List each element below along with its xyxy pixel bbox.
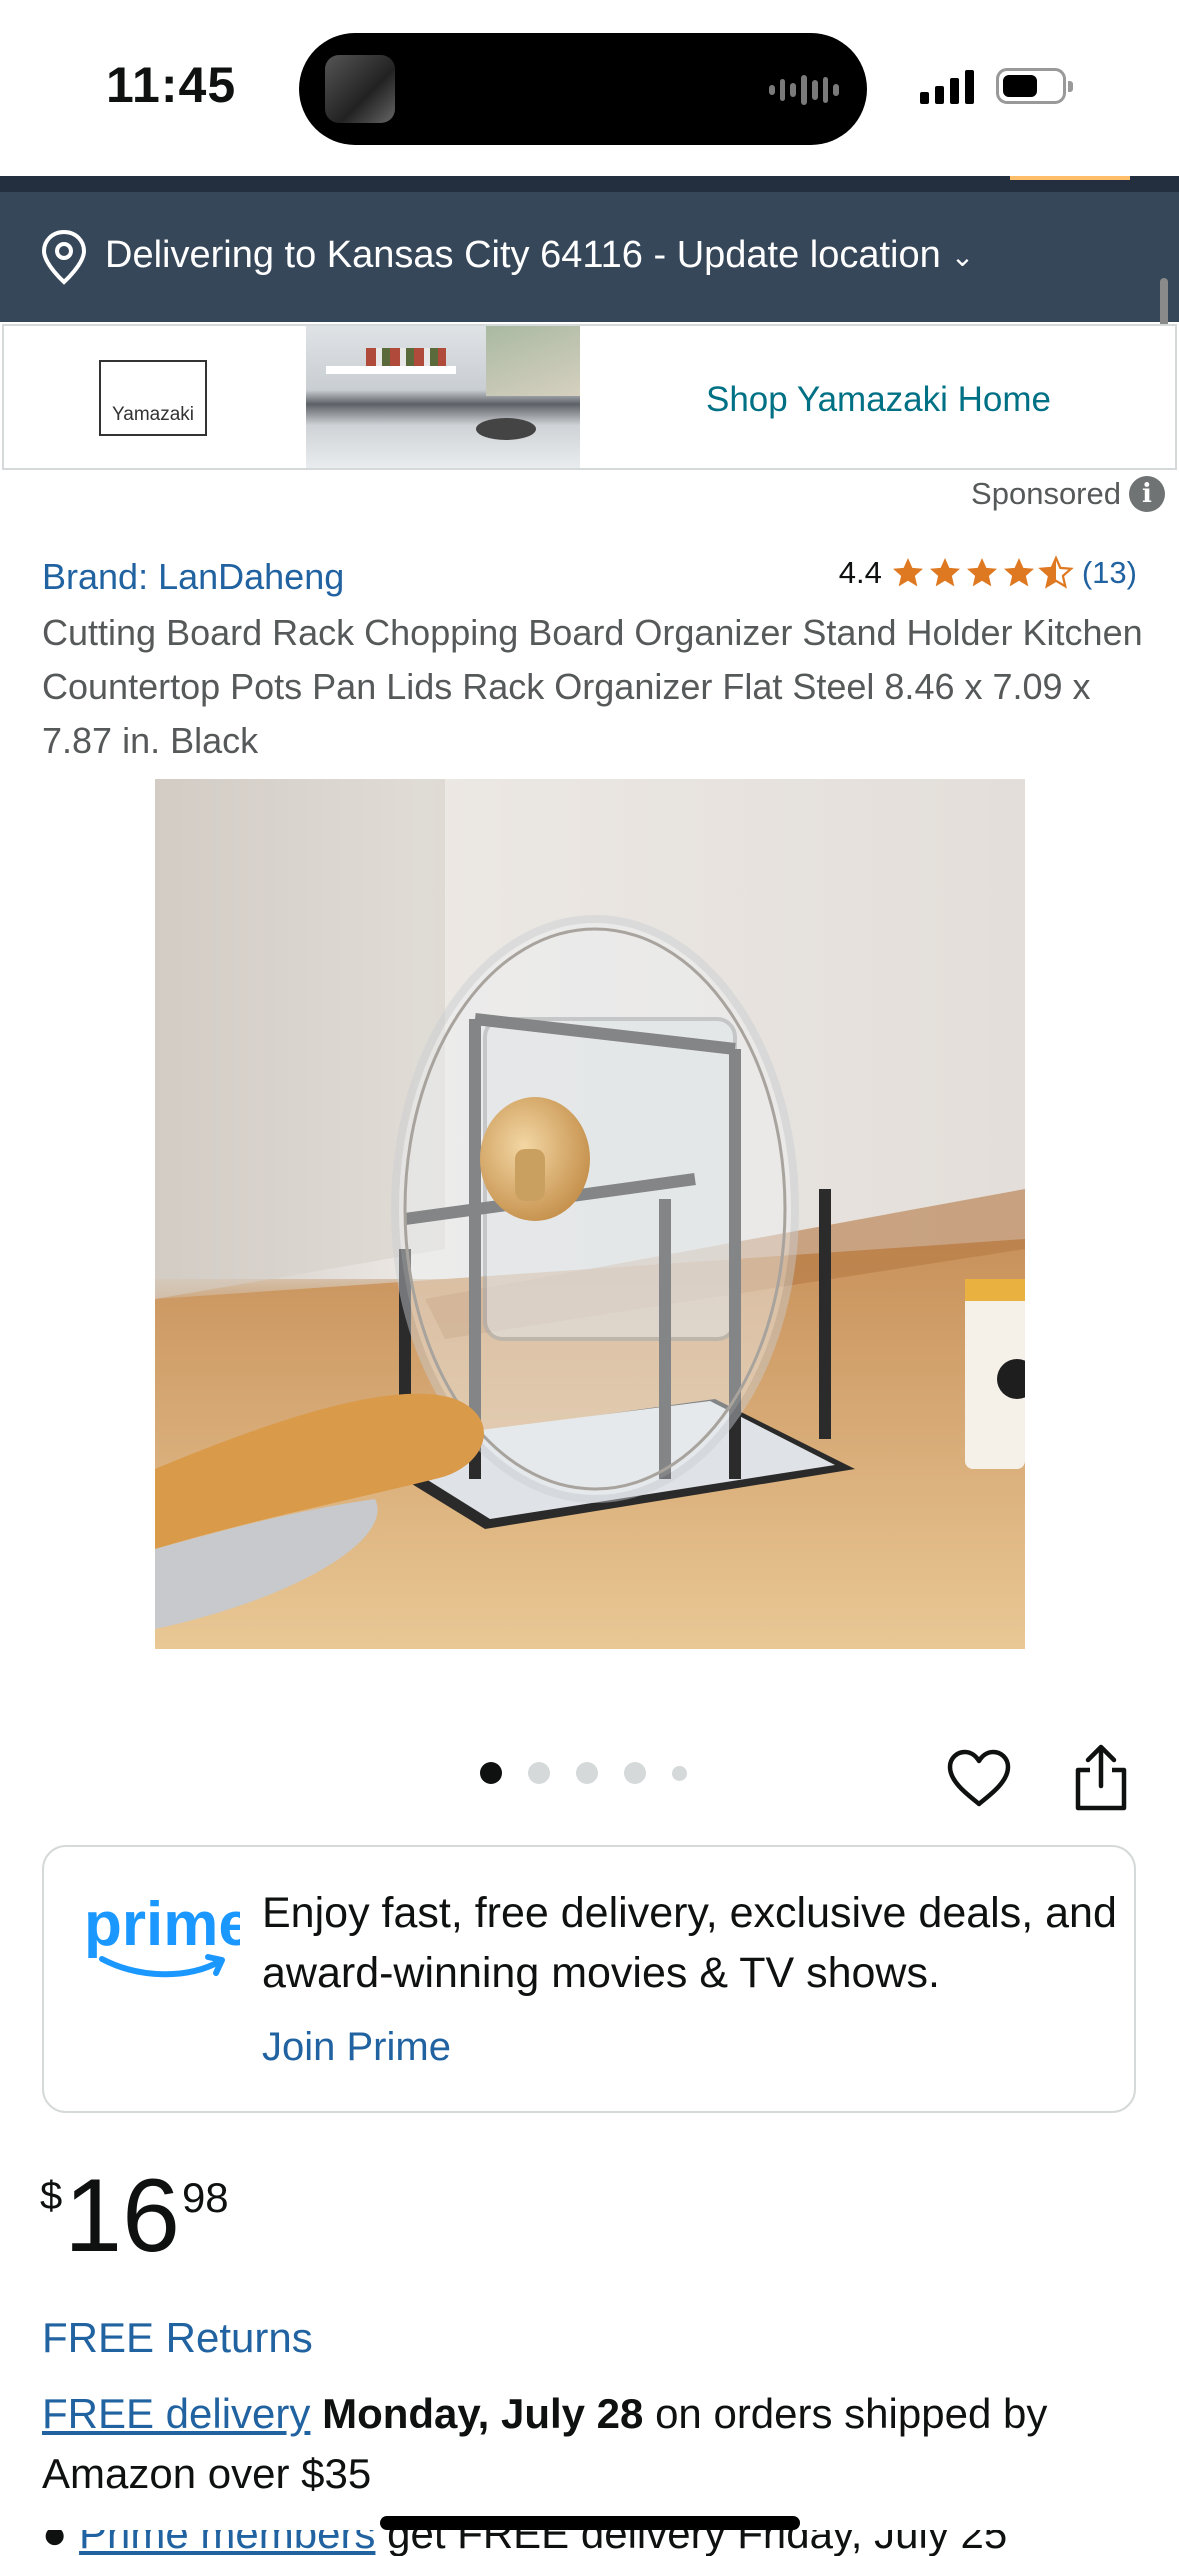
star-full-icon [966, 558, 997, 587]
chevron-down-icon: ⌄ [950, 241, 975, 273]
status-time: 11:45 [106, 57, 237, 113]
location-dot-icon: ● [42, 2530, 68, 2556]
prime-logo-icon: prime [84, 1890, 240, 1978]
free-returns-link[interactable]: FREE Returns [42, 2314, 313, 2362]
star-half-icon [1038, 555, 1074, 589]
brand-link[interactable]: Brand: LanDaheng [42, 556, 344, 598]
star-full-icon [892, 558, 923, 587]
brand-logo[interactable]: Yamazaki [99, 360, 207, 436]
delivery-location-bar[interactable]: Delivering to Kansas City 64116 - Update… [0, 192, 1179, 322]
cellular-signal-icon [920, 68, 974, 104]
delivery-date: Monday, July 28 [322, 2390, 644, 2437]
price-fraction: 98 [181, 2174, 229, 2221]
info-icon[interactable]: i [1129, 476, 1165, 512]
now-playing-artwork [325, 55, 395, 123]
price-whole: 16 [64, 2158, 180, 2274]
location-pin-icon [41, 229, 87, 285]
delivery-location-text[interactable]: Delivering to Kansas City 64116 - Update… [105, 234, 974, 277]
rating-count-link[interactable]: (13) [1082, 555, 1137, 591]
image-carousel-dots[interactable] [480, 1762, 687, 1784]
free-delivery-link[interactable]: FREE delivery [42, 2390, 310, 2437]
status-indicators [920, 62, 1080, 110]
rating-summary[interactable]: 4.4 (13) [839, 555, 1137, 591]
share-icon[interactable] [1070, 1742, 1132, 1812]
status-bar: 11:45 [0, 0, 1179, 176]
dynamic-island[interactable] [299, 33, 867, 145]
carousel-dot-5[interactable] [672, 1765, 687, 1781]
rating-stars [890, 555, 1074, 591]
product-image[interactable] [155, 779, 1025, 1649]
sponsored-label[interactable]: Sponsored i [971, 476, 1165, 512]
battery-icon [996, 68, 1073, 104]
carousel-dot-4[interactable] [624, 1762, 646, 1784]
carousel-dot-2[interactable] [528, 1762, 550, 1784]
shop-brand-link[interactable]: Shop Yamazaki Home [706, 380, 1051, 420]
prime-delivery-info: ● Prime members get FREE delivery Friday… [42, 2530, 1152, 2556]
rating-value: 4.4 [838, 555, 882, 590]
heart-icon[interactable] [946, 1748, 1012, 1808]
prime-promo-card[interactable]: prime Enjoy fast, free delivery, exclusi… [42, 1845, 1136, 2113]
product-title: Cutting Board Rack Chopping Board Organi… [42, 612, 1143, 761]
banner-product-image[interactable] [306, 326, 580, 468]
carousel-dot-3[interactable] [576, 1762, 598, 1784]
carousel-dot-1[interactable] [480, 1762, 502, 1784]
svg-text:prime: prime [84, 1890, 240, 1959]
price-symbol: $ [40, 2174, 63, 2218]
prime-delivery-text: get FREE delivery Friday, July 25 [387, 2530, 1008, 2556]
join-prime-link[interactable]: Join Prime [262, 2025, 451, 2070]
delivery-info: FREE delivery Monday, July 28 on orders … [42, 2384, 1152, 2504]
audio-waveform-icon [769, 73, 840, 107]
sponsored-brand-banner[interactable]: Yamazaki Shop Yamazaki Home [2, 324, 1177, 470]
product-photo [155, 779, 1025, 1649]
header-strip [0, 176, 1179, 192]
star-full-icon [929, 558, 960, 587]
prime-members-link[interactable]: Prime members [79, 2530, 375, 2556]
product-price: $ 16 98 [40, 2160, 229, 2272]
prime-promo-text: Enjoy fast, free delivery, exclusive dea… [262, 1889, 1117, 1997]
home-indicator[interactable] [380, 2516, 800, 2530]
star-full-icon [1003, 558, 1034, 587]
